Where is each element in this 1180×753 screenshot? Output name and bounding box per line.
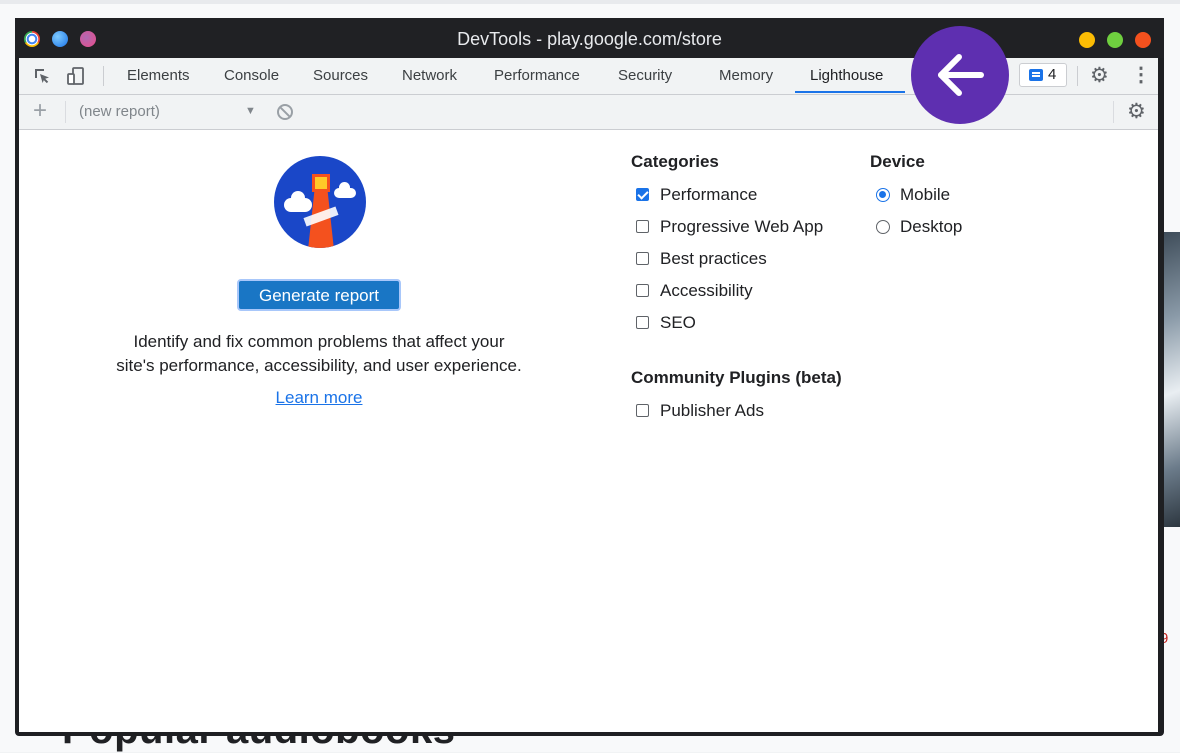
categories-title: Categories (631, 152, 719, 171)
tab-performance[interactable]: Performance (492, 58, 582, 94)
description-line: site's performance, accessibility, and u… (116, 356, 522, 375)
plus-icon[interactable]: + (33, 98, 47, 124)
description-line: Identify and fix common problems that af… (133, 332, 505, 351)
messages-count: 4 (1048, 66, 1057, 83)
tab-separator (1077, 66, 1078, 86)
tab-lighthouse[interactable]: Lighthouse (808, 58, 885, 94)
category-label: SEO (660, 313, 696, 332)
category-label: Performance (660, 185, 758, 204)
checkbox[interactable] (636, 220, 649, 233)
tab-memory[interactable]: Memory (717, 58, 775, 94)
device-label: Desktop (900, 217, 963, 236)
tab-elements[interactable]: Elements (125, 58, 192, 94)
block-icon[interactable] (277, 104, 293, 120)
toolbar-separator (1113, 101, 1114, 123)
lighthouse-start-view: Generate report Identify and fix common … (19, 130, 1158, 732)
devtools-panel: Elements Console Sources Network Perform… (19, 58, 1158, 732)
cloud-icon (284, 191, 312, 212)
device-label: Mobile (900, 185, 951, 204)
tab-console[interactable]: Console (222, 58, 281, 94)
inspect-element-icon[interactable] (33, 67, 51, 85)
radio-button[interactable] (876, 220, 890, 234)
minimize-button[interactable] (1079, 32, 1095, 48)
report-select[interactable]: (new report) (79, 103, 160, 120)
lighthouse-logo (274, 156, 366, 248)
checkbox[interactable] (636, 284, 649, 297)
gear-icon[interactable]: ⚙ (1090, 65, 1109, 86)
lighthouse-lamp (312, 174, 330, 192)
cloud-icon (334, 182, 356, 198)
tab-sources[interactable]: Sources (311, 58, 370, 94)
back-button[interactable] (911, 26, 1009, 124)
devtools-window: DevTools - play.google.com/store Element… (15, 18, 1164, 736)
tab-network[interactable]: Network (400, 58, 459, 94)
kebab-menu-icon[interactable]: ⋮ (1131, 64, 1151, 86)
device-title: Device (870, 152, 925, 171)
learn-more-link[interactable]: Learn more (19, 388, 619, 408)
tab-separator (103, 66, 104, 86)
plugins-title: Community Plugins (beta) (631, 368, 842, 387)
plugin-label: Publisher Ads (660, 401, 764, 420)
active-tab-indicator (795, 91, 905, 93)
checkbox[interactable] (636, 188, 649, 201)
checkbox[interactable] (636, 252, 649, 265)
maximize-button[interactable] (1107, 32, 1123, 48)
background-topbar (0, 0, 1180, 4)
category-label: Accessibility (660, 281, 753, 300)
category-label: Best practices (660, 249, 767, 268)
checkbox[interactable] (636, 404, 649, 417)
checkbox[interactable] (636, 316, 649, 329)
tab-security[interactable]: Security (616, 58, 674, 94)
toolbar-separator (65, 101, 66, 123)
message-icon (1029, 69, 1043, 81)
description: Identify and fix common problems that af… (89, 330, 549, 378)
messages-badge[interactable]: 4 (1019, 63, 1067, 87)
generate-report-button[interactable]: Generate report (237, 279, 401, 311)
category-label: Progressive Web App (660, 217, 824, 236)
chevron-down-icon[interactable]: ▼ (245, 105, 256, 117)
back-arrow-icon (938, 54, 984, 96)
device-toolbar-icon[interactable] (67, 67, 85, 85)
radio-button[interactable] (876, 188, 890, 202)
close-button[interactable] (1135, 32, 1151, 48)
settings-gear-icon[interactable]: ⚙ (1127, 101, 1146, 123)
